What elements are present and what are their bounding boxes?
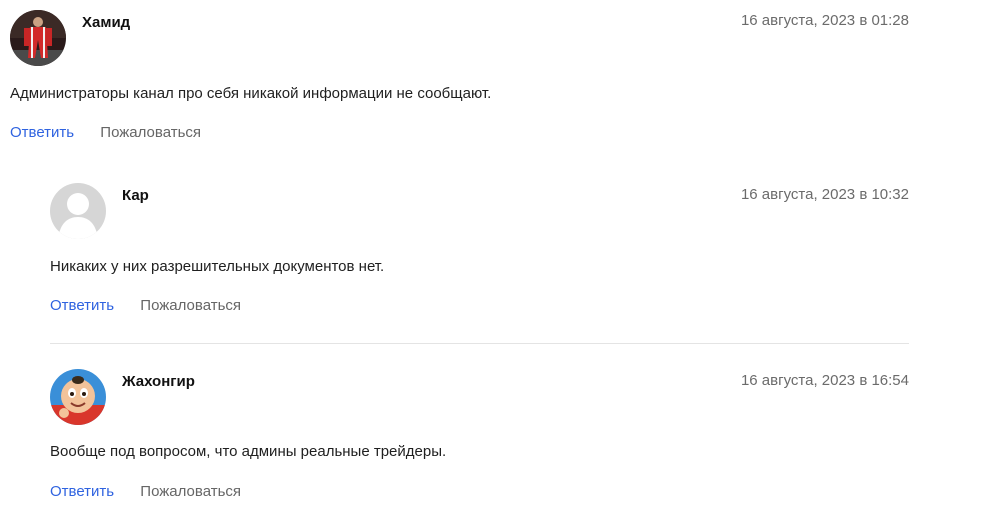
comment-date: 16 августа, 2023 в 01:28	[740, 12, 909, 29]
avatar[interactable]	[50, 369, 106, 425]
comment-1: Хамид 16 августа, 2023 в 01:28 Администр…	[10, 10, 909, 150]
comment-actions: Ответить Пожаловаться	[10, 124, 201, 141]
comment-actions: Ответить Пожаловаться	[50, 297, 241, 314]
comment-actions: Ответить Пожаловаться	[50, 483, 241, 500]
comment-2: Кар 16 августа, 2023 в 10:32 Никаких у н…	[50, 183, 909, 323]
comment-text: Вообще под вопросом, что админы реальные…	[50, 443, 447, 460]
comment-author[interactable]: Жахонгир	[122, 373, 195, 390]
comment-date: 16 августа, 2023 в 10:32	[740, 186, 909, 203]
reply-button[interactable]: Ответить	[10, 124, 74, 141]
avatar[interactable]	[10, 10, 66, 66]
comment-author[interactable]: Кар	[122, 187, 149, 204]
default-avatar-icon	[50, 183, 106, 239]
comment-date: 16 августа, 2023 в 16:54	[740, 372, 909, 389]
report-button[interactable]: Пожаловаться	[100, 124, 201, 141]
avatar[interactable]	[50, 183, 106, 239]
reply-button[interactable]: Ответить	[50, 297, 114, 314]
comment-3: Жахонгир 16 августа, 2023 в 16:54 Вообще…	[50, 369, 909, 506]
comment-text: Никаких у них разрешительных документов …	[50, 258, 385, 275]
comment-text: Администраторы канал про себя никакой ин…	[10, 85, 492, 102]
cartoon-baby-avatar-icon	[50, 369, 106, 425]
report-button[interactable]: Пожаловаться	[140, 297, 241, 314]
comment-author[interactable]: Хамид	[82, 14, 130, 31]
reply-button[interactable]: Ответить	[50, 483, 114, 500]
report-button[interactable]: Пожаловаться	[140, 483, 241, 500]
user-photo-icon	[10, 10, 66, 66]
comment-divider	[50, 343, 909, 344]
